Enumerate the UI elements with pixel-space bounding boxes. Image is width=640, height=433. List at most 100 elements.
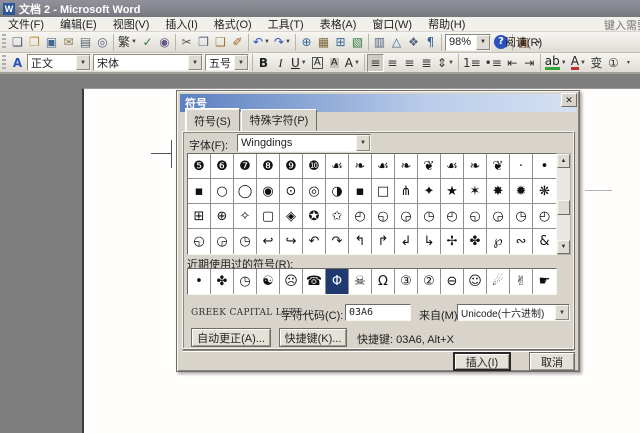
symbol-cell[interactable]: ◵ (464, 204, 487, 229)
permission-icon[interactable]: ✉ (60, 33, 77, 51)
toolbar-drag-handle[interactable] (2, 54, 6, 71)
open-folder-icon[interactable]: ❒ (26, 33, 43, 51)
symbol-cell[interactable]: ❿ (303, 154, 326, 179)
symbol-cell[interactable]: ☙ (326, 154, 349, 179)
convert-chinese-icon[interactable]: 繁 ▼ (116, 33, 139, 51)
symbol-cell[interactable]: ▪ (188, 179, 211, 204)
grid-scrollbar[interactable]: ▲ ▼ (557, 153, 571, 255)
symbol-cell[interactable]: ❋ (533, 179, 556, 204)
symbol-cell[interactable]: ◵ (188, 229, 211, 254)
highlight-icon[interactable]: ab ▼ (543, 54, 569, 72)
symbol-cell[interactable]: ◶ (211, 229, 234, 254)
symbol-cell[interactable]: ◶ (395, 204, 418, 229)
toolbar-options-chevron[interactable]: ▾ (623, 54, 634, 72)
symbol-cell[interactable]: ✌ (510, 269, 533, 294)
symbol-cell[interactable]: □ (372, 179, 395, 204)
character-border-icon[interactable]: A (309, 54, 326, 72)
shortcut-key-button[interactable]: 快捷键(K)... (279, 328, 347, 347)
styles-pane-icon[interactable]: A (9, 54, 26, 72)
scroll-down-icon[interactable]: ▼ (557, 240, 570, 254)
line-spacing-icon[interactable]: ⇕ ▼ (435, 54, 456, 72)
symbol-cell[interactable]: ★ (441, 179, 464, 204)
menu-format[interactable]: 格式(O) (206, 17, 260, 32)
decrease-indent-icon[interactable]: ⇤ (504, 54, 521, 72)
symbol-cell[interactable]: ③ (395, 269, 418, 294)
symbol-cell[interactable]: ◷ (418, 204, 441, 229)
tables-and-borders-icon[interactable]: ▦ (315, 33, 332, 51)
chevron-down-icon[interactable]: ▼ (76, 55, 90, 70)
symbol-cell[interactable]: ❻ (211, 154, 234, 179)
symbol-cell[interactable]: ❧ (349, 154, 372, 179)
symbol-cell[interactable]: ☯ (257, 269, 280, 294)
menu-file[interactable]: 文件(F) (0, 17, 52, 32)
symbol-cell[interactable]: ◵ (372, 204, 395, 229)
show-hide-marks-icon[interactable]: ¶ (422, 33, 439, 51)
symbol-cell[interactable]: ◷ (234, 269, 257, 294)
symbol-cell[interactable]: ◉ (257, 179, 280, 204)
format-painter-icon[interactable]: ✐ (229, 33, 246, 51)
symbol-cell[interactable]: ❦ (418, 154, 441, 179)
save-icon[interactable]: ▣ (43, 33, 60, 51)
symbol-cell[interactable]: • (533, 154, 556, 179)
symbol-cell[interactable]: ☎ (303, 269, 326, 294)
symbol-cell[interactable]: ✩ (326, 204, 349, 229)
symbol-cell[interactable]: ↩ (257, 229, 280, 254)
menu-edit[interactable]: 编辑(E) (52, 17, 105, 32)
symbol-cell[interactable]: ↰ (349, 229, 372, 254)
print-icon[interactable]: ▤ (77, 33, 94, 51)
symbol-cell[interactable]: ☛ (533, 269, 556, 294)
help-question-box[interactable]: 键入需要帮助的问题 (604, 17, 640, 32)
symbol-cell[interactable]: ↲ (395, 229, 418, 254)
scroll-up-icon[interactable]: ▲ (557, 154, 570, 168)
enclosed-characters-icon[interactable]: ① (605, 54, 622, 72)
autocorrect-button[interactable]: 自动更正(A)... (191, 328, 271, 347)
symbol-cell[interactable]: ✤ (464, 229, 487, 254)
symbol-cell[interactable]: ℘ (487, 229, 510, 254)
symbol-cell[interactable]: ❾ (280, 154, 303, 179)
symbol-cell[interactable]: ☄ (487, 269, 510, 294)
insert-hyperlink-icon[interactable]: ⊕ (298, 33, 315, 51)
symbol-cell[interactable]: ◴ (349, 204, 372, 229)
symbol-cell[interactable]: ☙ (372, 154, 395, 179)
symbol-cell[interactable]: ◷ (510, 204, 533, 229)
symbol-cell[interactable]: ⊕ (211, 204, 234, 229)
research-icon[interactable]: ◉ (156, 33, 173, 51)
insert-excel-icon[interactable]: ▧ (349, 33, 366, 51)
symbol-cell-selected[interactable]: Φ (326, 269, 349, 294)
read-mode-button[interactable]: ▣ 阅读(R) (505, 33, 542, 51)
symbol-cell[interactable]: ⊖ (441, 269, 464, 294)
from-dropdown[interactable]: Unicode(十六进制) ▼ (457, 304, 570, 321)
menu-help[interactable]: 帮助(H) (420, 17, 473, 32)
cancel-button[interactable]: 取消 (529, 352, 575, 371)
zoom-combo[interactable]: 98% ▼ (445, 33, 491, 51)
size-combo[interactable]: 五号 ▼ (205, 54, 249, 71)
redo-icon[interactable]: ↷ ▼ (272, 33, 293, 51)
symbol-cell[interactable]: ◎ (303, 179, 326, 204)
chevron-down-icon[interactable]: ▼ (476, 34, 490, 50)
symbol-cell[interactable]: ◴ (533, 204, 556, 229)
symbol-cell[interactable]: ◈ (280, 204, 303, 229)
symbol-cell[interactable]: ∾ (510, 229, 533, 254)
tab-symbols[interactable]: 符号(S) (185, 108, 240, 132)
symbol-cell[interactable]: ⊞ (188, 204, 211, 229)
symbol-cell[interactable]: ☹ (280, 269, 303, 294)
new-document-icon[interactable]: ❏ (9, 33, 26, 51)
menu-window[interactable]: 窗口(W) (364, 17, 420, 32)
symbol-cell[interactable]: ✪ (303, 204, 326, 229)
symbol-cell[interactable]: ↱ (372, 229, 395, 254)
spelling-check-icon[interactable]: ✓ (139, 33, 156, 51)
undo-icon[interactable]: ↶ ▼ (251, 33, 272, 51)
symbol-cell[interactable]: ☙ (441, 154, 464, 179)
menu-view[interactable]: 视图(V) (105, 17, 158, 32)
menu-table[interactable]: 表格(A) (312, 17, 365, 32)
symbol-cell[interactable]: ② (418, 269, 441, 294)
symbol-cell[interactable]: ↪ (280, 229, 303, 254)
symbol-cell[interactable]: ❽ (257, 154, 280, 179)
symbol-cell[interactable]: ❺ (188, 154, 211, 179)
copy-icon[interactable]: ❐ (195, 33, 212, 51)
symbol-cell[interactable]: ✢ (441, 229, 464, 254)
symbol-cell[interactable]: ☺ (464, 269, 487, 294)
bullets-icon[interactable]: •≡ (483, 54, 504, 72)
chevron-down-icon[interactable]: ▼ (188, 55, 202, 70)
symbol-cell[interactable]: ❧ (464, 154, 487, 179)
